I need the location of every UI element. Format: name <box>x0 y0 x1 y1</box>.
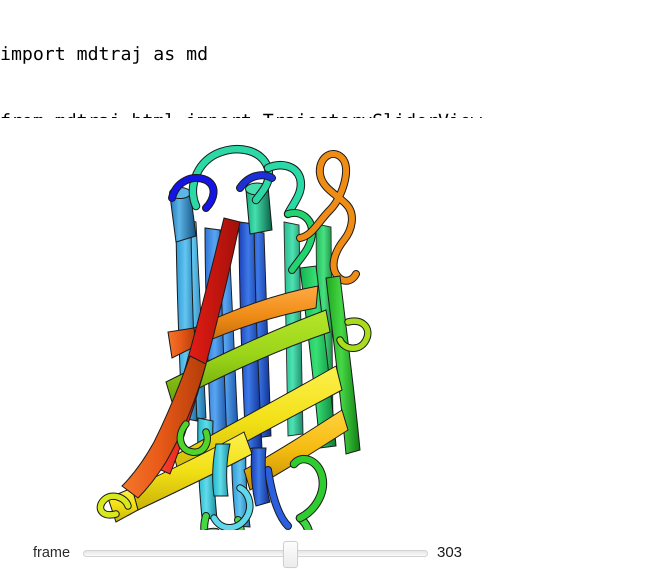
molecule-viewer[interactable] <box>0 118 661 530</box>
frame-slider[interactable] <box>83 536 428 570</box>
slider-track[interactable] <box>83 550 428 557</box>
frame-slider-value: 303 <box>437 544 463 561</box>
protein-ribbon-render[interactable] <box>0 118 661 530</box>
code-line-1: import mdtraj as md <box>0 44 209 66</box>
slider-thumb[interactable] <box>283 541 298 568</box>
frame-slider-label: frame <box>33 545 71 561</box>
frame-slider-row[interactable]: frame 303 <box>0 536 661 570</box>
